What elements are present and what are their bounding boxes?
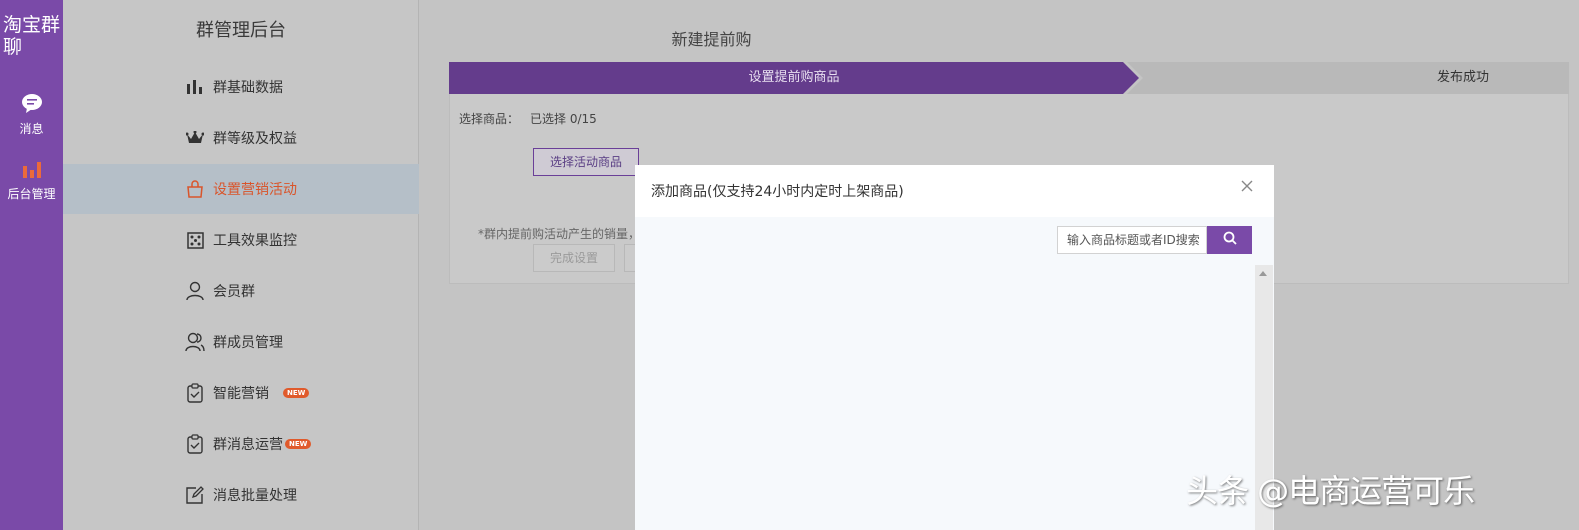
watermark: 头条 @电商运营可乐	[1186, 472, 1475, 510]
rail-item-messages[interactable]: 消息	[0, 93, 63, 137]
bar-chart-icon	[0, 160, 63, 181]
sidebar-item-label: 会员群	[213, 284, 255, 300]
scroll-up-icon[interactable]	[1259, 271, 1267, 276]
sidebar-item-batch-messages[interactable]: 消息批量处理	[63, 470, 419, 520]
sidebar-item-marketing[interactable]: 设置营销活动	[63, 164, 419, 214]
left-rail: 淘宝群聊 消息 后台管理	[0, 0, 63, 530]
sidebar-item-label: 群消息运营	[213, 437, 283, 453]
sidebar-item-monitor[interactable]: 工具效果监控	[63, 215, 419, 265]
new-badge: NEW	[285, 439, 312, 449]
selected-count: 已选择 0/15	[530, 112, 597, 126]
sidebar-item-label: 设置营销活动	[213, 182, 297, 198]
search-icon	[1223, 231, 1237, 249]
sales-note: *群内提前购活动产生的销量，	[478, 227, 634, 241]
sidebar-item-members[interactable]: 群成员管理	[63, 317, 419, 367]
step-publish-success: 发布成功	[1127, 62, 1569, 94]
clipboard-icon	[184, 382, 206, 404]
sidebar-item-member-group[interactable]: 会员群	[63, 266, 419, 316]
close-icon[interactable]	[1240, 179, 1254, 193]
search-button[interactable]	[1207, 226, 1252, 254]
step-progress: 设置提前购商品 发布成功	[449, 62, 1569, 94]
new-badge: NEW	[283, 388, 310, 398]
sidebar-item-message-ops[interactable]: 群消息运营 NEW	[63, 419, 419, 469]
chat-bubble-icon	[0, 93, 63, 116]
sidebar-item-smart-marketing[interactable]: 智能营销 NEW	[63, 368, 419, 418]
sidebar-item-label: 智能营销	[213, 386, 269, 402]
sidebar-item-basic-data[interactable]: 群基础数据	[63, 62, 419, 112]
sidebar-item-level[interactable]: 群等级及权益	[63, 113, 419, 163]
rail-item-admin[interactable]: 后台管理	[0, 160, 63, 202]
clipboard-icon	[184, 433, 206, 455]
modal-body	[635, 217, 1274, 530]
modal-title: 添加商品(仅支持24小时内定时上架商品)	[651, 184, 904, 200]
select-products-label: 选择商品：	[459, 112, 520, 126]
shopping-bag-icon	[184, 178, 206, 200]
sidebar-item-label: 群等级及权益	[213, 131, 297, 147]
step-set-products: 设置提前购商品	[449, 62, 1139, 94]
users-icon	[184, 331, 206, 353]
finish-setup-button[interactable]: 完成设置	[533, 244, 615, 272]
crown-icon	[184, 127, 206, 149]
sidebar-item-label: 工具效果监控	[213, 233, 297, 249]
sidebar-item-label: 消息批量处理	[213, 488, 297, 504]
rail-item-label: 后台管理	[7, 187, 56, 201]
bar-chart-icon	[184, 76, 206, 98]
user-icon	[184, 280, 206, 302]
choose-products-button[interactable]: 选择活动商品	[533, 148, 639, 176]
modal-header: 添加商品(仅支持24小时内定时上架商品)	[635, 165, 1274, 217]
add-products-modal: 添加商品(仅支持24小时内定时上架商品)	[635, 165, 1274, 530]
monitor-icon	[184, 229, 206, 251]
product-search-input[interactable]	[1057, 226, 1207, 254]
page-title: 新建提前购	[671, 30, 752, 49]
sidebar: 群管理后台 群基础数据 群等级及权益 设置营销活动 工具效果监控 会员群 群成员…	[63, 0, 419, 530]
sidebar-item-label: 群成员管理	[213, 335, 283, 351]
rail-item-label: 消息	[19, 122, 44, 136]
edit-icon	[184, 484, 206, 506]
sidebar-item-label: 群基础数据	[213, 80, 283, 96]
